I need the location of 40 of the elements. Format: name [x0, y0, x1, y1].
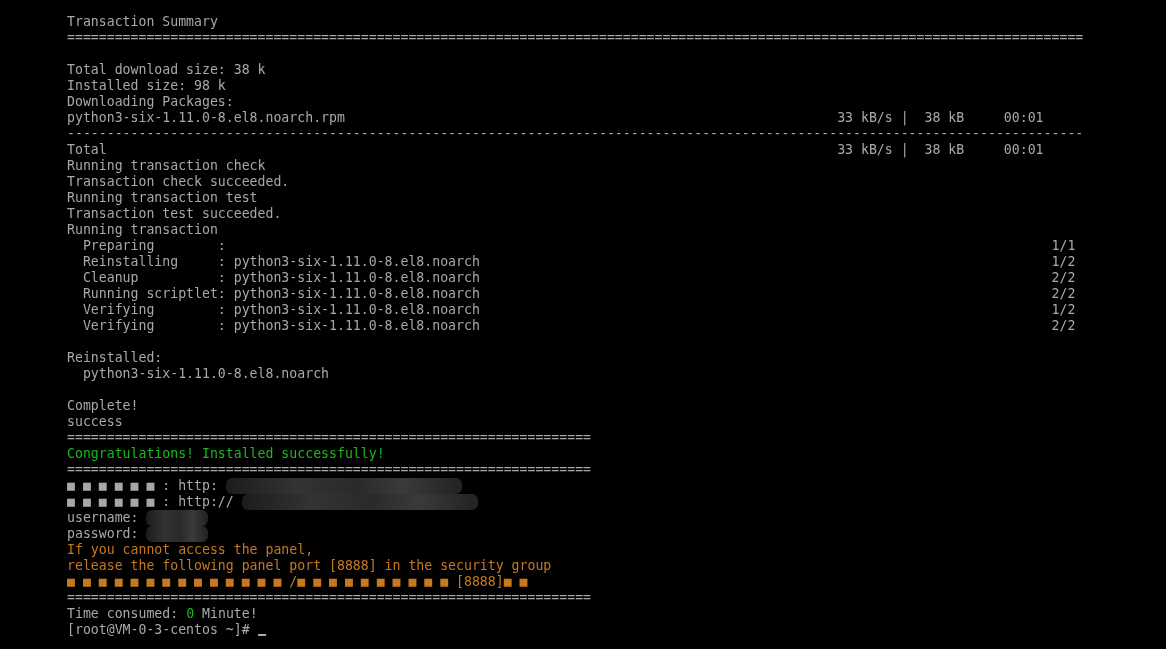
- terminal-text: ==================================================================: [67, 462, 591, 478]
- terminal-text: Verifying : python3-six-1.11.0-8.el8.noarch 1/2: [81, 302, 1076, 318]
- terminal-text: Installed size: 98 k: [67, 78, 226, 94]
- terminal-text: ==================================================================: [67, 590, 591, 606]
- terminal-text: Congratulations! Installed successfully!: [67, 446, 385, 462]
- terminal-text: Verifying : python3-six-1.11.0-8.el8.noarch 2/2: [81, 318, 1076, 334]
- terminal-text: Total 33 kB/s | 38 kB 00:01: [67, 142, 1044, 158]
- terminal-text: Running transaction test: [67, 190, 258, 206]
- terminal-text: Running scriptlet: python3-six-1.11.0-8.el8.noarch 2/2: [81, 286, 1076, 302]
- terminal-text: Complete!: [67, 398, 139, 414]
- terminal-text: Total download size: 38 k: [67, 62, 266, 78]
- terminal-text: Minute!: [202, 606, 258, 622]
- terminal-text: ■ ■ ■ ■ ■ ■ : http:: [67, 478, 218, 494]
- terminal-text: Transaction Summary: [67, 14, 218, 30]
- terminal-text: 0: [186, 606, 195, 622]
- terminal-text: --------------------------------------------------------------------------------------------------------------------------------: [67, 126, 1084, 142]
- terminal-text: Downloading Packages:: [67, 94, 234, 110]
- terminal-text: Transaction test succeeded.: [67, 206, 282, 222]
- terminal-text: python3-six-1.11.0-8.el8.noarch: [81, 366, 329, 382]
- terminal-text: Running transaction: [67, 222, 218, 238]
- terminal-text: python3-six-1.11.0-8.el8.noarch.rpm 33 kB/s | 38 kB 00:01: [67, 110, 1044, 126]
- terminal-text: username:: [67, 510, 139, 526]
- terminal-text: ■ ■ ■ ■ ■ ■ : http://: [67, 494, 234, 510]
- terminal-text: password:: [67, 526, 139, 542]
- terminal-text: Reinstalled:: [67, 350, 163, 366]
- terminal-text: success: [67, 414, 123, 430]
- terminal-text: Preparing : 1/1: [81, 238, 1076, 254]
- terminal-text: Cleanup : python3-six-1.11.0-8.el8.noarch 2/2: [81, 270, 1076, 286]
- terminal-text: Transaction check succeeded.: [67, 174, 290, 190]
- redaction-blur: [146, 510, 209, 526]
- terminal-text: Reinstalling : python3-six-1.11.0-8.el8.noarch 1/2: [81, 254, 1076, 270]
- terminal-text: If you cannot access the panel,: [67, 542, 314, 558]
- redaction-blur: [146, 526, 209, 542]
- terminal-text: [root@VM-0-3-centos ~]#: [67, 622, 250, 638]
- terminal-text: release the following panel port [8888] in the security group: [67, 558, 552, 574]
- terminal-text: ■ ■ ■ ■ ■ ■ ■ ■ ■ ■ ■ ■ ■ ■ /■ ■ ■ ■ ■ ■ ■ ■ ■ ■ [8888]■ ■: [67, 574, 528, 590]
- terminal-text: Running transaction check: [67, 158, 266, 174]
- terminal-text: ================================================================================================================================: [67, 30, 1084, 46]
- terminal-text: ==================================================================: [67, 430, 591, 446]
- terminal-text: Time consumed:: [67, 606, 179, 622]
